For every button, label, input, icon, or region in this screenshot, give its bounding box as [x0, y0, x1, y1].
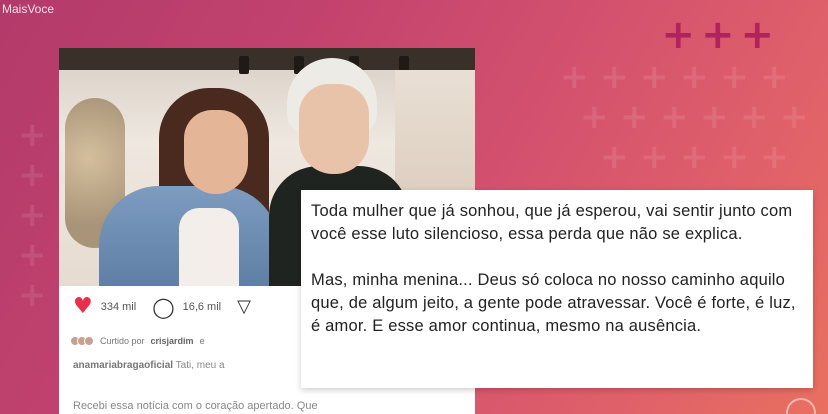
liked-by-user[interactable]: crisjardim — [151, 336, 194, 346]
caption-text: Tati, meu a — [175, 360, 225, 371]
background-plus-icon: + — [600, 57, 629, 97]
background-plus-icon: + — [760, 137, 789, 177]
post-body-preview: Recebi essa notícia com o coração aperta… — [73, 400, 318, 412]
quote-paragraph-2: Mas, minha menina... Deus só coloca no n… — [311, 271, 796, 335]
background-plus-icon: + — [600, 137, 629, 177]
background-plus-icon: + — [660, 97, 689, 137]
likes-count: 334 mil — [100, 301, 137, 313]
liker-avatars — [70, 336, 94, 346]
channel-logo-icon — [786, 398, 816, 414]
background-plus-icon: + — [18, 235, 47, 275]
brand-logo: + + + — [661, 12, 774, 58]
caption-username[interactable]: anamariabragaoficial — [73, 360, 173, 371]
comment-icon[interactable]: ◯ — [152, 297, 174, 317]
plus-logo-icon: + — [661, 12, 695, 58]
background-plus-icon: + — [700, 97, 729, 137]
background-plus-icon: + — [680, 57, 709, 97]
heart-icon[interactable]: ♥ — [73, 296, 93, 318]
background-plus-icon: + — [18, 115, 47, 155]
comments-count: 16,6 mil — [182, 301, 222, 313]
post-caption: anamariabragaoficial Tati, meu a — [73, 360, 225, 371]
background-plus-icon: + — [580, 97, 609, 137]
liked-by-suffix: e — [199, 336, 205, 346]
background-plus-icon: + — [560, 57, 589, 97]
background-plus-icon: + — [720, 137, 749, 177]
plus-logo-icon: + — [700, 12, 735, 58]
background-plus-icon: + — [760, 57, 789, 97]
background-plus-icon: + — [620, 97, 649, 137]
background-plus-icon: + — [740, 97, 769, 137]
background-plus-icon: + — [18, 155, 47, 195]
liked-by-prefix: Curtido por — [100, 336, 145, 346]
background-plus-icon: + — [720, 57, 749, 97]
background-plus-icon: + — [640, 57, 669, 97]
quote-box: Toda mulher que já sonhou, que já espero… — [301, 190, 813, 388]
background-plus-icon: + — [18, 195, 47, 235]
liked-by-row: Curtido por crisjardim e — [70, 336, 205, 346]
share-icon[interactable]: ▽ — [237, 298, 251, 316]
quote-paragraph-1: Toda mulher que já sonhou, que já espero… — [311, 202, 793, 243]
channel-watermark: MaisVoce — [2, 2, 55, 16]
background-plus-icon: + — [680, 137, 709, 177]
background-plus-icon: + — [640, 137, 669, 177]
plus-logo-icon: + — [740, 12, 774, 58]
background-plus-icon: + — [780, 97, 809, 137]
post-actions: ♥ 334 mil ◯ 16,6 mil ▽ — [73, 296, 251, 318]
background-plus-icon: + — [18, 275, 47, 315]
